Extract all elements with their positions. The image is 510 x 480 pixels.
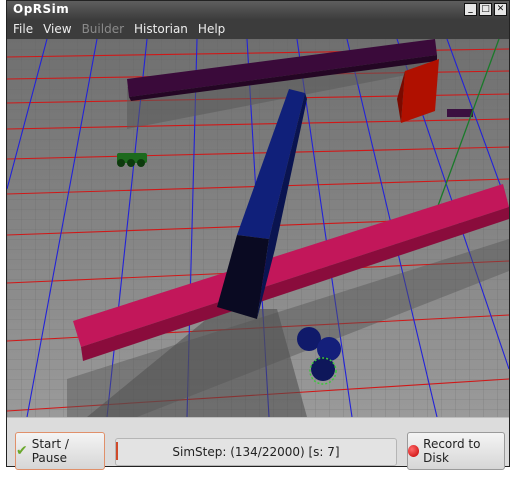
simulator-window: OpRSim _ □ ✕ File View Builder Historian… <box>6 0 510 470</box>
checkmark-icon: ✔ <box>16 443 28 459</box>
simstep-status: SimStep: (134/22000) [s: 7] <box>115 438 397 466</box>
control-bar: ✔ Start / Pause SimStep: (134/22000) [s:… <box>7 417 509 470</box>
minimize-icon[interactable]: _ <box>464 3 477 16</box>
record-label: Record to Disk <box>423 437 481 465</box>
menu-file[interactable]: File <box>13 22 33 36</box>
start-pause-label: Start / Pause <box>31 437 69 465</box>
3d-scene[interactable] <box>7 39 509 417</box>
window-title: OpRSim <box>13 2 70 16</box>
menu-view[interactable]: View <box>43 22 71 36</box>
start-pause-button[interactable]: ✔ Start / Pause <box>15 432 105 470</box>
green-robot <box>117 153 147 167</box>
close-icon[interactable]: ✕ <box>494 3 507 16</box>
menu-help[interactable]: Help <box>198 22 225 36</box>
red-dot-icon <box>408 445 420 457</box>
menu-historian[interactable]: Historian <box>134 22 188 36</box>
simstep-text: SimStep: (134/22000) [s: 7] <box>172 445 340 459</box>
menu-builder: Builder <box>81 22 125 36</box>
simulation-viewport[interactable] <box>7 39 509 417</box>
menu-bar: File View Builder Historian Help <box>7 19 509 39</box>
small-robot-far <box>447 109 473 117</box>
maximize-icon[interactable]: □ <box>479 3 492 16</box>
record-to-disk-button[interactable]: Record to Disk <box>407 432 505 470</box>
window-controls: _ □ ✕ <box>464 3 507 16</box>
title-bar[interactable]: OpRSim _ □ ✕ <box>7 1 509 19</box>
progress-marker <box>116 442 118 460</box>
